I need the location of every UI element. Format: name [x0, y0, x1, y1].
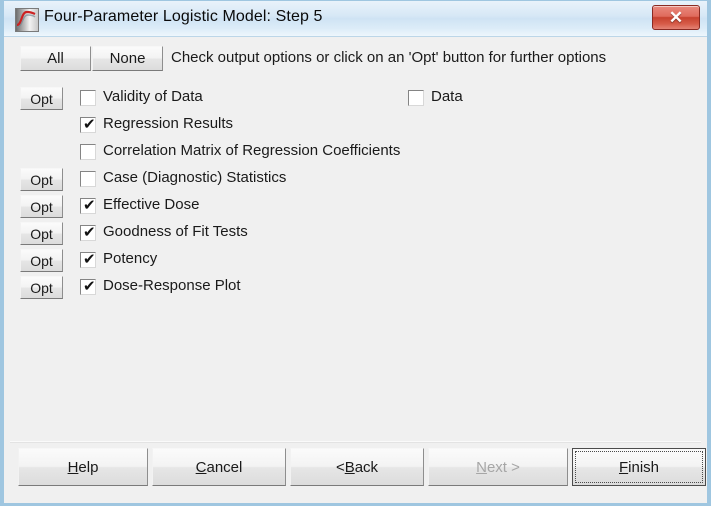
option-row: Opt ✔ Effective Dose	[4, 195, 707, 219]
close-icon[interactable]: ✕	[652, 5, 700, 30]
option-checkbox[interactable]: ✔	[80, 277, 96, 295]
application-window: Four-Parameter Logistic Model: Step 5 ✕ …	[0, 0, 711, 506]
data-checkbox[interactable]	[408, 90, 424, 106]
option-row: Opt ✔ Potency	[4, 249, 707, 273]
option-checkbox[interactable]	[80, 90, 96, 106]
help-button[interactable]: Help	[18, 448, 148, 486]
opt-button[interactable]: Opt	[20, 276, 63, 299]
back-button[interactable]: < Back	[290, 448, 424, 486]
option-label[interactable]: Regression Results	[103, 115, 233, 132]
output-options-list: Opt Validity of Data Data ✔ Regression Resul…	[4, 37, 707, 503]
logistic-curve-icon	[15, 8, 39, 32]
option-checkbox[interactable]	[80, 144, 96, 160]
opt-button[interactable]: Opt	[20, 168, 63, 191]
checkmark-icon: ✔	[83, 115, 96, 133]
opt-button[interactable]: Opt	[20, 195, 63, 218]
option-row: ✔ Regression Results	[4, 114, 707, 138]
option-checkbox[interactable]	[80, 171, 96, 187]
option-label[interactable]: Case (Diagnostic) Statistics	[103, 169, 286, 186]
option-checkbox[interactable]: ✔	[80, 250, 96, 268]
checkmark-icon: ✔	[83, 196, 96, 214]
window-title: Four-Parameter Logistic Model: Step 5	[44, 8, 323, 25]
option-row: Opt ✔ Dose-Response Plot	[4, 276, 707, 300]
option-label[interactable]: Dose-Response Plot	[103, 277, 241, 294]
option-row: Opt Case (Diagnostic) Statistics	[4, 168, 707, 192]
next-button: Next >	[428, 448, 568, 486]
checkmark-icon: ✔	[83, 250, 96, 268]
checkmark-icon: ✔	[83, 277, 96, 295]
option-label[interactable]: Potency	[103, 250, 157, 267]
option-checkbox[interactable]: ✔	[80, 223, 96, 241]
finish-button[interactable]: Finish	[572, 448, 706, 486]
option-row: Opt ✔ Goodness of Fit Tests	[4, 222, 707, 246]
option-row: Correlation Matrix of Regression Coeffic…	[4, 141, 707, 165]
option-checkbox[interactable]: ✔	[80, 115, 96, 133]
option-checkbox[interactable]: ✔	[80, 196, 96, 214]
option-label[interactable]: Goodness of Fit Tests	[103, 223, 248, 240]
data-checkbox-label[interactable]: Data	[431, 88, 463, 105]
opt-button[interactable]: Opt	[20, 87, 63, 110]
cancel-button[interactable]: Cancel	[152, 448, 286, 486]
opt-button[interactable]: Opt	[20, 249, 63, 272]
option-label[interactable]: Validity of Data	[103, 88, 203, 105]
finish-button-label: Finish	[575, 451, 703, 483]
footer-divider	[10, 441, 701, 443]
option-label[interactable]: Correlation Matrix of Regression Coeffic…	[103, 142, 400, 159]
opt-button[interactable]: Opt	[20, 222, 63, 245]
dialog-body: All None Check output options or click o…	[4, 37, 707, 503]
option-label[interactable]: Effective Dose	[103, 196, 199, 213]
option-row: Opt Validity of Data Data	[4, 87, 707, 111]
title-bar[interactable]: Four-Parameter Logistic Model: Step 5 ✕	[4, 1, 707, 37]
close-glyph: ✕	[668, 8, 684, 27]
checkmark-icon: ✔	[83, 223, 96, 241]
